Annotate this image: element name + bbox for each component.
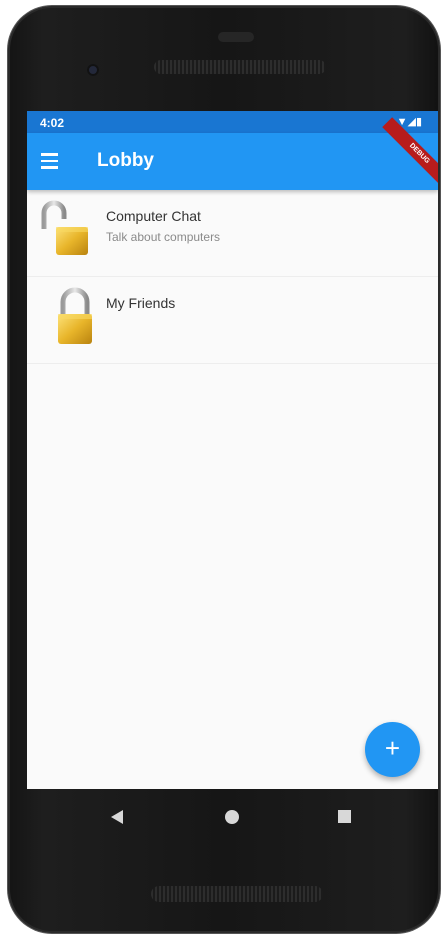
top-sensor	[218, 32, 254, 42]
room-name: My Friends	[106, 295, 176, 311]
room-item-computer-chat[interactable]: Computer Chat Talk about computers	[27, 190, 438, 277]
front-camera	[87, 64, 99, 76]
page-title: Lobby	[97, 150, 154, 171]
room-item-my-friends[interactable]: My Friends	[27, 277, 438, 364]
room-description: Talk about computers	[106, 230, 221, 244]
status-bar: 4:02 ▼◢▮	[27, 111, 438, 133]
unlocked-padlock-icon	[41, 200, 88, 255]
top-speaker	[154, 60, 326, 74]
bottom-speaker	[151, 886, 323, 902]
back-icon[interactable]	[111, 810, 123, 824]
room-list: Computer Chat Talk about computers My Fr…	[27, 190, 438, 364]
menu-icon[interactable]	[41, 149, 63, 173]
add-room-button[interactable]: +	[365, 722, 420, 777]
status-time: 4:02	[40, 116, 65, 130]
locked-padlock-icon	[58, 287, 92, 344]
recent-apps-icon[interactable]	[338, 810, 351, 823]
app-bar: Lobby DEBUG	[27, 117, 438, 191]
room-name: Computer Chat	[106, 208, 201, 224]
app-screen: 4:02 ▼◢▮ Lobby DEBUG Computer Chat Talk …	[27, 111, 438, 789]
home-icon[interactable]	[225, 810, 239, 824]
system-nav-bar	[27, 789, 438, 841]
